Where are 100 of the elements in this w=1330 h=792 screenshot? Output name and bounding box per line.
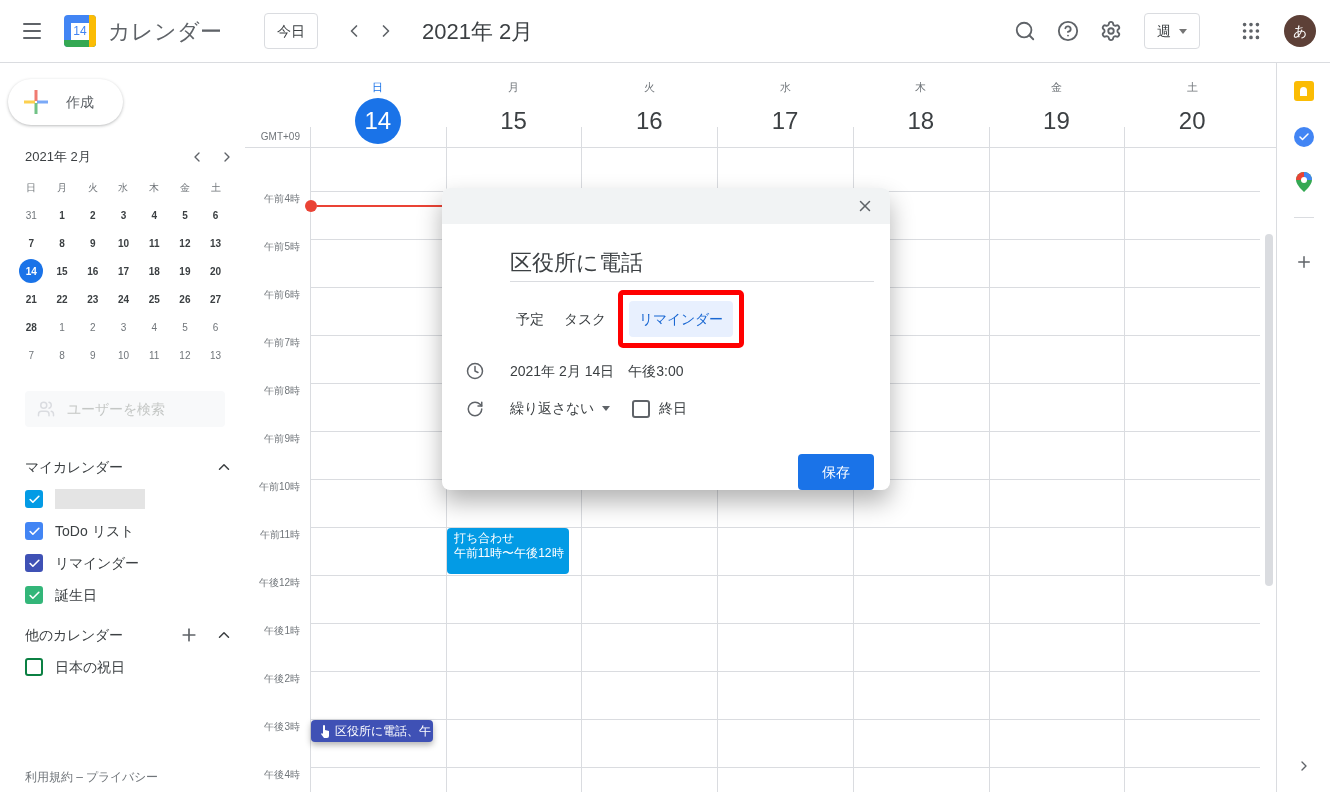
mini-calendar-day[interactable]: 24: [111, 287, 136, 311]
all-day-checkbox[interactable]: [632, 399, 650, 418]
mini-calendar-day[interactable]: 19: [172, 259, 197, 283]
calendar-label[interactable]: リマインダー: [55, 552, 139, 574]
mini-calendar-day[interactable]: 6: [203, 203, 228, 227]
calendar-checkbox[interactable]: [25, 586, 43, 604]
calendar-checkbox[interactable]: [25, 522, 43, 540]
search-icon[interactable]: [1014, 20, 1036, 42]
caret-icon: [602, 406, 610, 412]
mini-calendar-day[interactable]: 9: [80, 231, 105, 255]
mini-calendar-day[interactable]: 12: [172, 231, 197, 255]
calendar-checkbox[interactable]: [25, 658, 43, 676]
event-time: 午前11時〜午後12時: [453, 546, 562, 561]
all-day-label: 終日: [659, 399, 687, 419]
map-pin-icon[interactable]: [1295, 172, 1312, 192]
mini-calendar-day[interactable]: 25: [142, 287, 167, 311]
calendar-checkbox[interactable]: [25, 490, 43, 508]
day-number[interactable]: 19: [1033, 97, 1080, 144]
mini-calendar-day[interactable]: 8: [50, 343, 75, 367]
mini-calendar-day[interactable]: 31: [19, 203, 44, 227]
calendar-label[interactable]: 日本の祝日: [55, 656, 125, 678]
mini-calendar-day[interactable]: 3: [111, 203, 136, 227]
day-number[interactable]: 14: [354, 97, 401, 144]
scrollbar-thumb[interactable]: [1265, 234, 1274, 586]
weekday-label: 火: [643, 80, 655, 95]
mini-calendar-day[interactable]: 23: [80, 287, 105, 311]
weekday-label: 日: [25, 180, 38, 195]
mini-calendar-day[interactable]: 7: [19, 231, 44, 255]
settings-icon[interactable]: [1100, 20, 1122, 42]
mini-calendar-day[interactable]: 20: [203, 259, 228, 283]
avatar[interactable]: あ: [1284, 15, 1316, 47]
mini-calendar-day[interactable]: 11: [142, 231, 167, 255]
mini-calendar-day[interactable]: 12: [172, 343, 197, 367]
repeat-dropdown[interactable]: 繰り返さない: [510, 398, 610, 420]
hour-label: 午前10時: [258, 481, 300, 492]
save-button[interactable]: 保存: [798, 454, 874, 490]
mini-calendar-day[interactable]: 22: [50, 287, 75, 311]
mini-calendar-day[interactable]: 17: [111, 259, 136, 283]
mini-calendar-day[interactable]: 2: [80, 315, 105, 339]
mini-calendar-day[interactable]: 16: [80, 259, 105, 283]
mini-calendar-day[interactable]: 8: [50, 231, 75, 255]
mini-calendar-day[interactable]: 11: [142, 343, 167, 367]
mini-calendar-day[interactable]: 14: [19, 259, 44, 283]
day-number[interactable]: 16: [626, 97, 673, 144]
mini-calendar-day[interactable]: 9: [80, 343, 105, 367]
mini-calendar-day[interactable]: 1: [50, 203, 75, 227]
hour-label: 午後2時: [264, 673, 300, 684]
mini-calendar-day[interactable]: 4: [142, 203, 167, 227]
mini-calendar-day[interactable]: 10: [111, 231, 136, 255]
mini-calendar-day[interactable]: 28: [19, 315, 44, 339]
view-dropdown[interactable]: 週: [1144, 13, 1200, 49]
hour-label: 午前5時: [264, 241, 300, 252]
mini-calendar-day[interactable]: 27: [203, 287, 228, 311]
footer-links[interactable]: 利用規約 – プライバシー: [25, 768, 159, 786]
day-number[interactable]: 20: [1169, 97, 1216, 144]
mini-calendar-day[interactable]: 13: [203, 231, 228, 255]
type-tab[interactable]: タスク: [554, 301, 616, 337]
apps-icon[interactable]: [1240, 20, 1262, 42]
hour-label: 午前9時: [264, 433, 300, 444]
mini-calendar-day[interactable]: 26: [172, 287, 197, 311]
hour-label: 午前11時: [259, 529, 300, 540]
mini-calendar-day[interactable]: 15: [50, 259, 75, 283]
mini-calendar-day[interactable]: 2: [80, 203, 105, 227]
title-field[interactable]: 区役所に電話: [510, 246, 874, 282]
weekday-label: 日: [372, 80, 384, 95]
check-icon: [27, 524, 41, 538]
create-button[interactable]: 作成: [8, 79, 123, 125]
type-tab[interactable]: 予定: [506, 301, 554, 337]
calendar-checkbox[interactable]: [25, 554, 43, 572]
mini-calendar-day[interactable]: 3: [111, 315, 136, 339]
mini-calendar-day[interactable]: 6: [203, 315, 228, 339]
mini-calendar-day[interactable]: 18: [142, 259, 167, 283]
hour-label: 午後4時: [264, 769, 300, 780]
plus-icon: [24, 90, 48, 114]
type-tab[interactable]: リマインダー: [629, 301, 733, 337]
check-icon[interactable]: [1293, 127, 1314, 147]
reminder-chip[interactable]: 区役所に電話、午: [311, 720, 433, 742]
today-button[interactable]: 今日: [264, 13, 318, 49]
mini-calendar-day[interactable]: 5: [172, 315, 197, 339]
mini-calendar-day[interactable]: 13: [203, 343, 228, 367]
mini-calendar-day[interactable]: 5: [172, 203, 197, 227]
hour-label: 午前8時: [264, 385, 300, 396]
calendar-label[interactable]: 誕生日: [55, 584, 97, 606]
hour-label: 午後12時: [258, 577, 300, 588]
check-icon: [27, 588, 41, 602]
day-number[interactable]: 17: [762, 97, 808, 144]
reminder-date[interactable]: 2021年 2月 14日: [510, 360, 615, 382]
mini-calendar-day[interactable]: 21: [19, 287, 44, 311]
mini-calendar-month: 2021年 2月: [25, 148, 92, 167]
day-number[interactable]: 18: [897, 97, 944, 144]
reminder-time[interactable]: 午後3:00: [628, 360, 684, 382]
weekday-label: 木: [148, 180, 161, 195]
mini-calendar-day[interactable]: 1: [50, 315, 75, 339]
calendar-label[interactable]: ToDo リスト: [55, 520, 134, 542]
day-number[interactable]: 15: [490, 97, 537, 144]
mini-calendar-day[interactable]: 4: [142, 315, 167, 339]
help-icon[interactable]: [1057, 20, 1079, 42]
mini-calendar-day[interactable]: 10: [111, 343, 136, 367]
timezone-label: GMT+09: [260, 130, 300, 144]
mini-calendar-day[interactable]: 7: [19, 343, 44, 367]
